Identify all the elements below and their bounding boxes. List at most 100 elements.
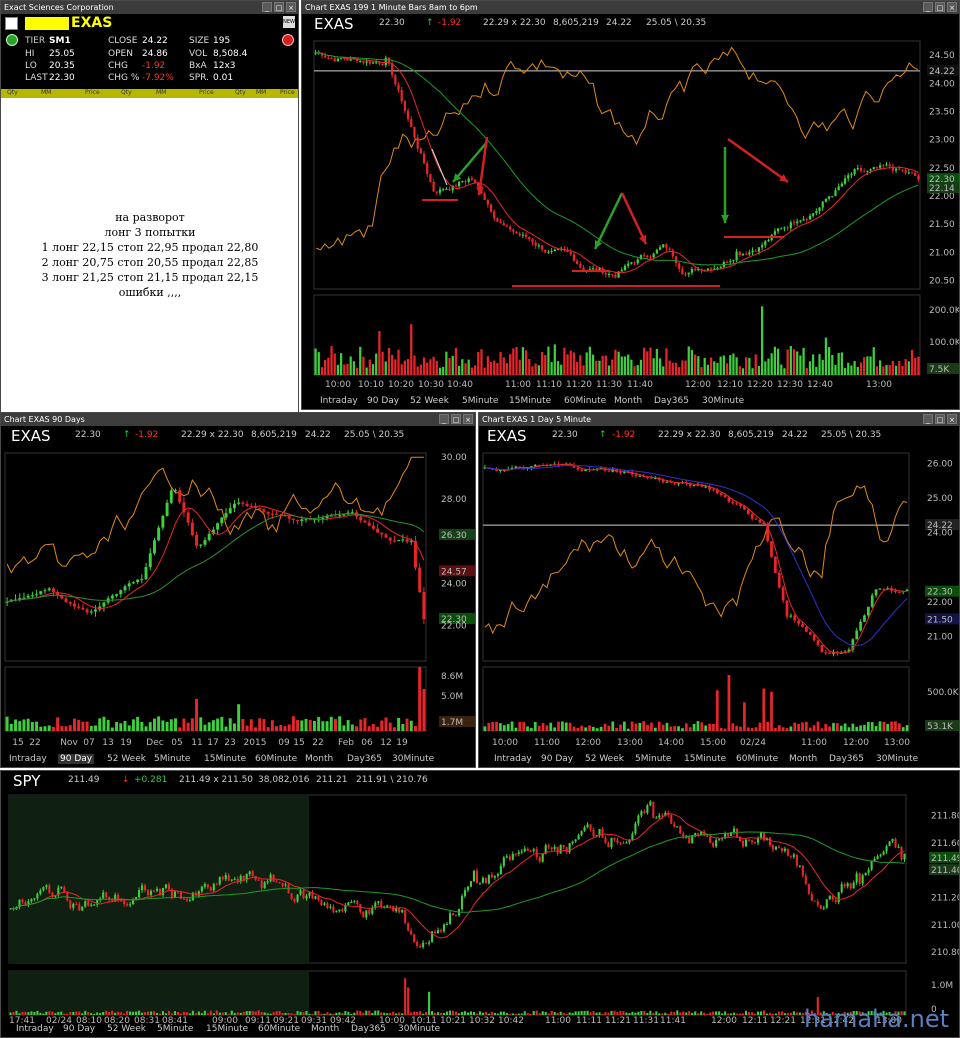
timeframe-intraday[interactable]: Intraday (494, 754, 532, 764)
maximize-icon[interactable]: □ (935, 2, 945, 12)
chart-90day-plot[interactable]: 30.00 28.00 26.30 24.57 24.00 22.30 22.00 8.6M 5… (1, 449, 475, 752)
timeframe-intraday[interactable]: Intraday (9, 754, 47, 764)
volume-bar (341, 1013, 344, 1015)
col-mm[interactable]: MM (256, 89, 266, 96)
maximize-icon[interactable]: □ (451, 414, 461, 424)
candle-body (553, 846, 556, 849)
volume-bar (496, 1013, 499, 1015)
volume-bar (783, 1013, 786, 1015)
timeframe-month[interactable]: Month (614, 396, 642, 406)
volume-bar (194, 1013, 197, 1015)
volume-bar (394, 359, 397, 375)
col-mm[interactable]: MM (156, 89, 166, 96)
prev-close: 24.22 (606, 18, 632, 28)
timeframe-52-week[interactable]: 52 Week (107, 1024, 146, 1034)
timeframe-30minute[interactable]: 30Minute (702, 396, 744, 406)
timeframe-day365[interactable]: Day365 (829, 754, 864, 764)
timeframe-60minute[interactable]: 60Minute (255, 754, 297, 764)
col-mm[interactable]: MM (41, 89, 51, 96)
maximize-icon[interactable]: □ (274, 2, 284, 12)
timeframe-52-week[interactable]: 52 Week (585, 754, 624, 764)
candle-body (589, 824, 592, 830)
volume: 8,605,219 (251, 430, 297, 440)
chart-1min-plot[interactable]: 24.50 24.00 23.50 23.00 22.50 22.00 21.50 21.00… (302, 37, 959, 396)
candle-body (365, 910, 368, 918)
volume-bar (131, 719, 135, 731)
timeframe-60minute[interactable]: 60Minute (564, 396, 606, 406)
red-status-icon[interactable] (282, 34, 294, 46)
candle-body (607, 842, 610, 848)
timeframe-month[interactable]: Month (311, 1024, 339, 1034)
volume-bar (729, 355, 732, 375)
minimize-icon[interactable]: _ (923, 414, 933, 424)
price-tick-label: 22.00 (927, 598, 953, 608)
timeframe-15minute[interactable]: 15Minute (509, 396, 551, 406)
timeframe-5minute[interactable]: 5Minute (635, 754, 671, 764)
timeframe-52-week[interactable]: 52 Week (410, 396, 449, 406)
minimize-icon[interactable]: _ (439, 414, 449, 424)
volume-bar (110, 727, 114, 731)
chart-5min-titlebar[interactable]: Chart EXAS 1 Day 5 Minute _ □ × (479, 413, 959, 426)
col-price[interactable]: Price (85, 89, 100, 96)
minimize-icon[interactable]: _ (923, 2, 933, 12)
timeframe-30minute[interactable]: 30Minute (392, 754, 434, 764)
volume-bar (601, 1013, 604, 1015)
candle-body (362, 60, 365, 63)
col-price[interactable]: Price (280, 89, 295, 96)
symbol-input[interactable] (25, 17, 69, 30)
timeframe-5minute[interactable]: 5Minute (154, 754, 190, 764)
col-qty[interactable]: Qty (121, 89, 132, 96)
timeframe-day365[interactable]: Day365 (351, 1024, 386, 1034)
timeframe-90-day[interactable]: 90 Day (63, 1024, 95, 1034)
timeframe-60minute[interactable]: 60Minute (258, 1024, 300, 1034)
volume-bar (696, 721, 700, 731)
price-tick-label: 26.30 (441, 531, 467, 541)
volume-bar (619, 1011, 622, 1015)
timeframe-intraday[interactable]: Intraday (320, 396, 358, 406)
chart-1min-titlebar[interactable]: Chart EXAS 199 1 Minute Bars 8am to 6pm … (302, 1, 959, 14)
timeframe-30minute[interactable]: 30Minute (398, 1024, 440, 1034)
timeframe-5minute[interactable]: 5Minute (462, 396, 498, 406)
chart-spy-plot[interactable]: 211.80 211.60 211.49 211.40 211.20 211.00 210.… (1, 793, 959, 1026)
timeframe-5minute[interactable]: 5Minute (157, 1024, 193, 1034)
timeframe-90-day[interactable]: 90 Day (541, 754, 573, 764)
ma-fast-line (484, 463, 908, 654)
up-arrow-icon: ↑ (426, 18, 434, 28)
col-qty[interactable]: Qty (7, 89, 18, 96)
candle-body (715, 840, 718, 847)
quote-window-titlebar[interactable]: Exact Sciences Corporation _ □ × (1, 1, 298, 14)
timeframe-day365[interactable]: Day365 (347, 754, 382, 764)
chart-5min-plot[interactable]: 26.00 25.00 24.22 24.00 22.30 22.00 21.50 21.00… (479, 449, 959, 752)
timeframe-month[interactable]: Month (789, 754, 817, 764)
green-status-icon[interactable] (6, 34, 18, 46)
timeframe-day365[interactable]: Day365 (654, 396, 689, 406)
volume-bar (487, 722, 491, 731)
maximize-icon[interactable]: □ (935, 414, 945, 424)
timeframe-90-day[interactable]: 90 Day (58, 754, 95, 764)
timeframe-intraday[interactable]: Intraday (16, 1024, 54, 1034)
timeframe-15minute[interactable]: 15Minute (206, 1024, 248, 1034)
close-icon[interactable]: × (463, 414, 473, 424)
volume-bar (140, 721, 144, 731)
timeframe-90-day[interactable]: 90 Day (367, 396, 399, 406)
timeframe-52-week[interactable]: 52 Week (107, 754, 146, 764)
col-qty[interactable]: Qty (235, 89, 246, 96)
volume-bar (595, 1012, 598, 1015)
timeframe-15minute[interactable]: 15Minute (684, 754, 726, 764)
timeframe-month[interactable]: Month (305, 754, 333, 764)
minimize-icon[interactable]: _ (262, 2, 272, 12)
timeframe-60minute[interactable]: 60Minute (736, 754, 778, 764)
timeframe-15minute[interactable]: 15Minute (204, 754, 246, 764)
col-price[interactable]: Price (199, 89, 214, 96)
candle-body (903, 853, 906, 860)
close-icon[interactable]: × (947, 414, 957, 424)
close-icon[interactable]: × (286, 2, 296, 12)
candle-body (864, 872, 867, 876)
news-icon[interactable]: NEW (283, 16, 295, 28)
timeframe-30minute[interactable]: 30Minute (876, 754, 918, 764)
volume-bar (167, 1010, 171, 1015)
close-icon[interactable]: × (947, 2, 957, 12)
last-price: 22.30 (552, 430, 578, 440)
chart-90day-titlebar[interactable]: Chart EXAS 90 Days _ □ × (1, 413, 475, 426)
link-checkbox[interactable] (5, 17, 18, 30)
